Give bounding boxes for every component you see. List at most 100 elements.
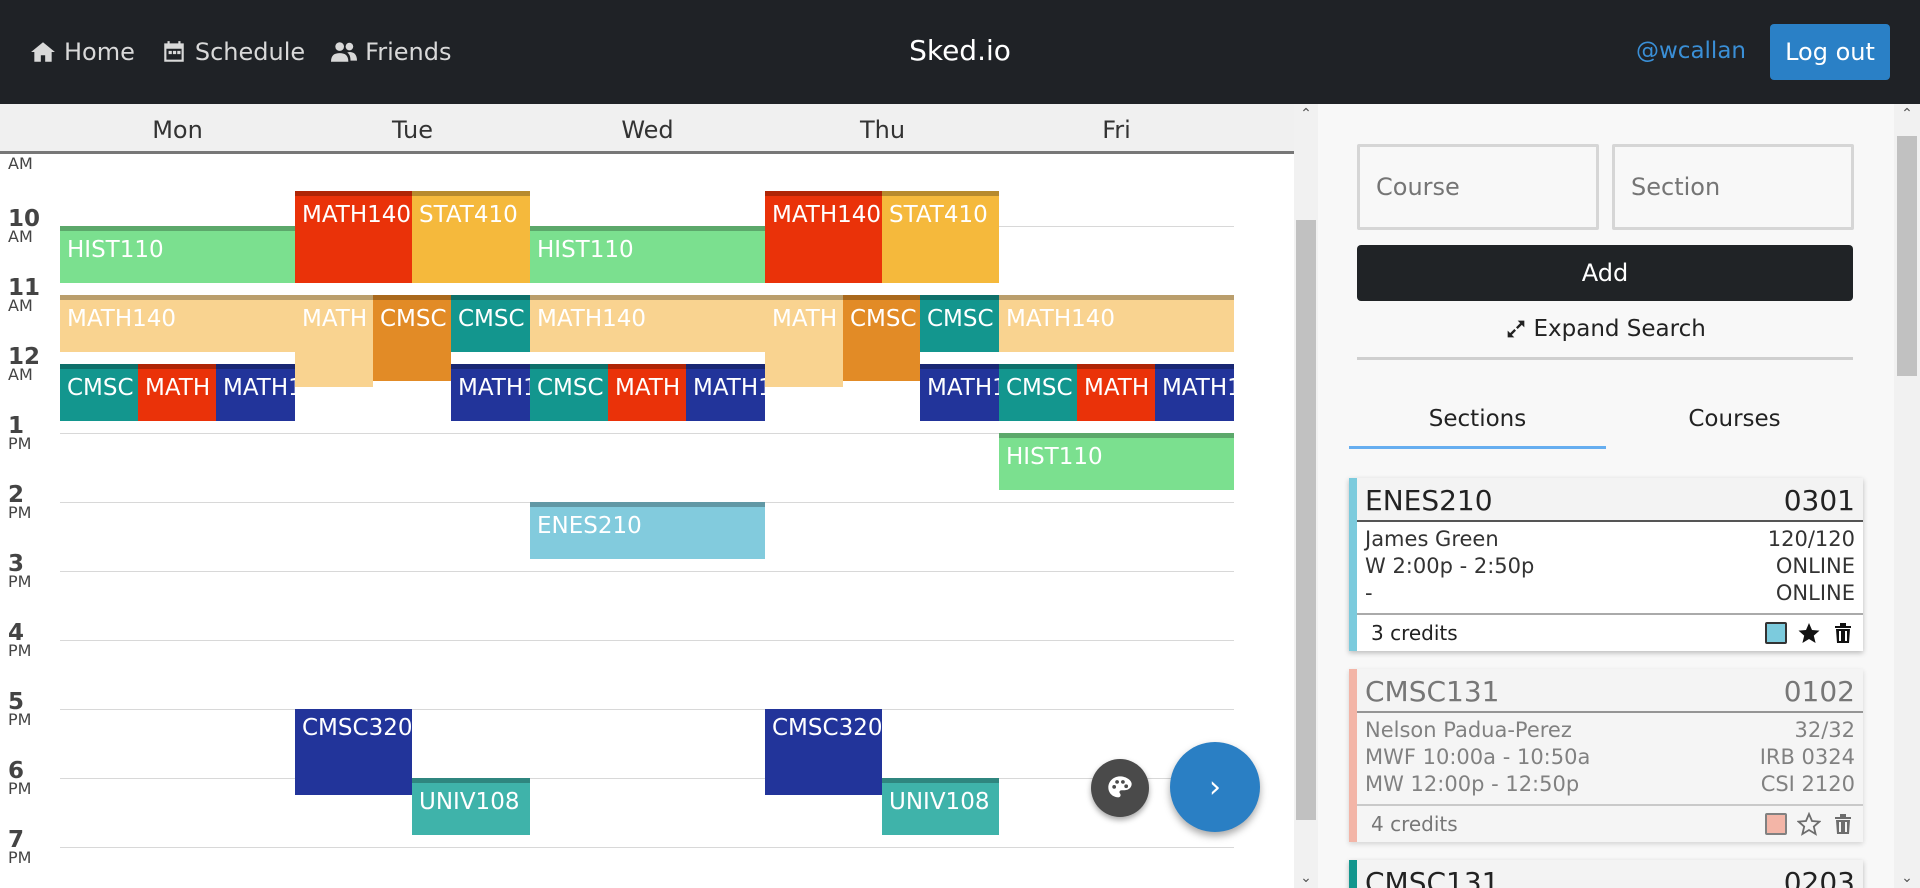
next-schedule-button[interactable]: › (1170, 742, 1260, 832)
hour-label: 12 AM (8, 344, 41, 384)
scroll-up-icon[interactable]: ⌃ (1294, 106, 1318, 122)
card-row: James Green 120/120 (1357, 522, 1863, 553)
username-link[interactable]: @wcallan (1636, 38, 1746, 64)
card-time: W 2:00p - 2:50p (1365, 554, 1535, 578)
nav-home-link[interactable]: Home (30, 38, 135, 66)
color-swatch[interactable] (1765, 813, 1787, 835)
event-hist110-fri[interactable]: HIST110 (999, 433, 1234, 490)
hour-label: 3 PM (8, 551, 32, 591)
side-scroll-thumb[interactable] (1897, 136, 1917, 376)
day-header-fri: Fri (1102, 116, 1131, 144)
hour-label: 7 PM (8, 827, 32, 867)
event-math140-mon[interactable]: MATH140 (60, 295, 295, 352)
tab-sections[interactable]: Sections (1349, 406, 1606, 449)
event-math140-fri[interactable]: MATH140 (999, 295, 1234, 352)
expand-search-link[interactable]: Expand Search (1318, 316, 1894, 342)
calendar-icon (164, 41, 184, 62)
section-card[interactable]: CMSC131 0102 Nelson Padua-Perez 32/32 MW… (1349, 669, 1863, 842)
event-hist110-wed[interactable]: HIST110 (530, 226, 765, 283)
nav-friends-link[interactable]: Friends (331, 38, 451, 66)
trash-icon[interactable] (1831, 812, 1855, 836)
event-cmsc-tue-a[interactable]: CMSC (373, 295, 451, 381)
color-swatch[interactable] (1765, 622, 1787, 644)
card-section: 0102 (1783, 675, 1855, 708)
hour-label: 1 PM (8, 413, 32, 453)
event-stat410-tue[interactable]: STAT410 (412, 191, 530, 283)
event-cmsc320-thu[interactable]: CMSC320 (765, 709, 882, 795)
day-header-tue: Tue (392, 116, 433, 144)
event-stat410-thu[interactable]: STAT410 (882, 191, 999, 283)
calendar-scrollbar[interactable]: ⌃ ⌄ (1294, 104, 1318, 888)
event-math-thu[interactable]: MATH (765, 295, 843, 387)
card-actions (1765, 812, 1855, 836)
trash-icon[interactable] (1831, 621, 1855, 645)
event-cmsc-thu-b[interactable]: CMSC (920, 295, 999, 352)
event-math-fri[interactable]: MATH (1077, 364, 1155, 421)
course-input[interactable] (1357, 144, 1599, 230)
scroll-down-icon[interactable]: ⌄ (1294, 870, 1318, 886)
event-cmsc-tue-b[interactable]: CMSC (451, 295, 530, 352)
section-card[interactable]: CMSC131 0203 (1349, 860, 1863, 888)
event-math140-wed[interactable]: MATH140 (530, 295, 765, 352)
event-cmsc-mon[interactable]: CMSC (60, 364, 138, 421)
day-header-thu: Thu (859, 116, 906, 144)
section-card[interactable]: ENES210 0301 James Green 120/120 W 2:00p… (1349, 478, 1863, 651)
add-button[interactable]: Add (1357, 245, 1853, 301)
event-hist110-mon[interactable]: HIST110 (60, 226, 295, 283)
card-header: CMSC131 0203 (1357, 860, 1863, 888)
event-math1-wed[interactable]: MATH1 (686, 364, 765, 421)
card-time: - (1365, 581, 1373, 605)
scroll-up-icon[interactable]: ⌃ (1894, 106, 1920, 122)
hour-label: 4 PM (8, 620, 32, 660)
event-cmsc-thu-a[interactable]: CMSC (843, 295, 920, 381)
expand-search-label: Expand Search (1533, 316, 1706, 342)
event-univ108-thu[interactable]: UNIV108 (882, 778, 999, 835)
card-section: 0301 (1783, 484, 1855, 517)
card-row: - ONLINE (1357, 580, 1863, 607)
event-math-mon[interactable]: MATH (138, 364, 216, 421)
event-math1-tue[interactable]: MATH1 (451, 364, 530, 421)
star-outline-icon[interactable] (1797, 812, 1821, 836)
scroll-down-icon[interactable]: ⌄ (1894, 870, 1920, 886)
event-math140-tue[interactable]: MATH140 (295, 191, 412, 283)
calendar-scroll-thumb[interactable] (1296, 220, 1316, 820)
home-icon (31, 42, 55, 62)
top-navbar: Home Schedule Friends Sked.io @wcallan L… (0, 0, 1920, 104)
card-footer: 4 credits (1357, 804, 1863, 842)
event-univ108-tue[interactable]: UNIV108 (412, 778, 530, 835)
tab-courses[interactable]: Courses (1606, 406, 1863, 446)
event-math-tue[interactable]: MATH (295, 295, 373, 387)
event-cmsc-fri[interactable]: CMSC (999, 364, 1077, 421)
hour-label: AM (8, 154, 33, 173)
event-enes210-wed[interactable]: ENES210 (530, 502, 765, 559)
card-footer: 3 credits (1357, 613, 1863, 651)
event-math1-mon[interactable]: MATH1 (216, 364, 295, 421)
card-location: CSI 2120 (1760, 772, 1855, 796)
card-actions (1765, 621, 1855, 645)
palette-button[interactable] (1091, 759, 1149, 817)
card-credits: 4 credits (1371, 812, 1458, 836)
section-input[interactable] (1612, 144, 1854, 230)
card-credits: 3 credits (1371, 621, 1458, 645)
star-filled-icon[interactable] (1797, 621, 1821, 645)
card-time: MWF 10:00a - 10:50a (1365, 745, 1591, 769)
hour-label: 6 PM (8, 758, 32, 798)
hour-label: 10 AM (8, 206, 41, 246)
nav-friends-label: Friends (365, 38, 452, 66)
event-math1-fri[interactable]: MATH1 (1155, 364, 1234, 421)
card-row: W 2:00p - 2:50p ONLINE (1357, 553, 1863, 580)
course-side-panel: Add Expand Search Sections Courses ENES2… (1318, 104, 1894, 888)
logout-button[interactable]: Log out (1770, 24, 1890, 80)
brand-title[interactable]: Sked.io (909, 34, 1011, 67)
hour-label: 5 PM (8, 689, 32, 729)
nav-schedule-link[interactable]: Schedule (161, 38, 305, 66)
side-panel-scrollbar[interactable]: ⌃ ⌄ (1894, 104, 1920, 888)
card-seats: 32/32 (1794, 718, 1855, 742)
event-math1-thu[interactable]: MATH1 (920, 364, 999, 421)
event-math-wed[interactable]: MATH (608, 364, 686, 421)
card-seats: 120/120 (1767, 527, 1855, 551)
event-cmsc320-tue[interactable]: CMSC320 (295, 709, 412, 795)
event-math140-thu[interactable]: MATH140 (765, 191, 882, 283)
hour-line (60, 571, 1234, 572)
event-cmsc-wed[interactable]: CMSC (530, 364, 608, 421)
